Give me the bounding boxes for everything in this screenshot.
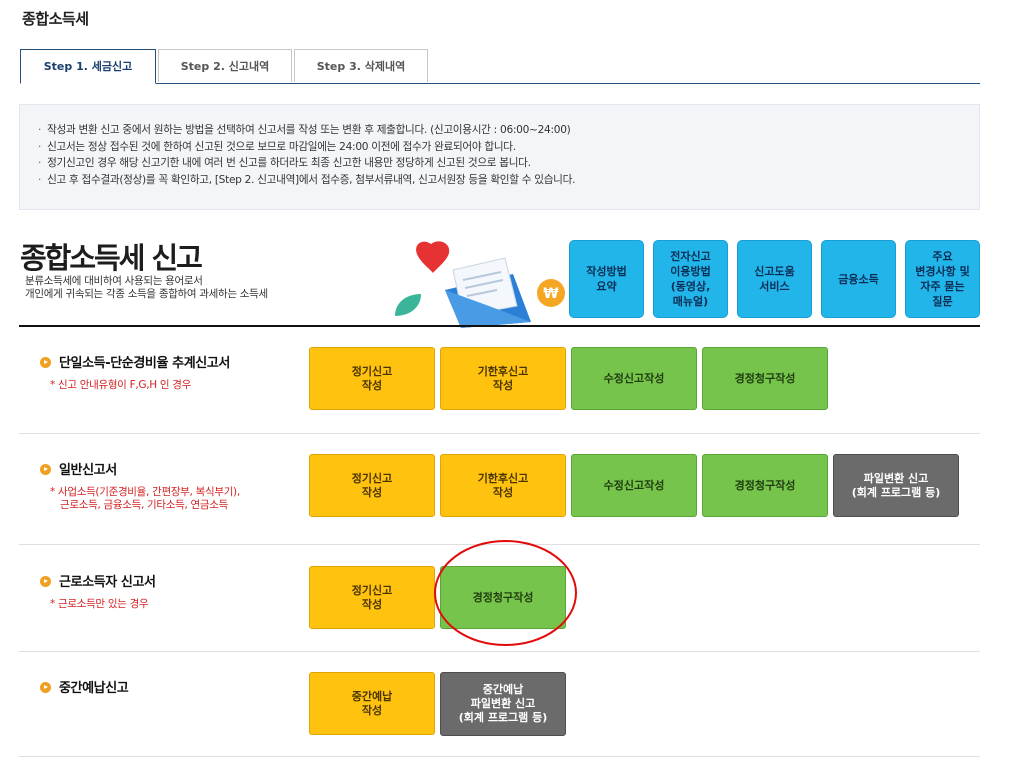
divider [19,325,980,327]
section-note: * 사업소득(기준경비율, 간편장부, 복식부기), 근로소득, 금융소득, 기… [50,486,240,512]
section-description: 분류소득세에 대비하여 사용되는 용어로서 개인에게 귀속되는 각종 소득을 종… [25,275,268,301]
svg-text:₩: ₩ [543,286,559,302]
section-title-text: 중간예납신고 [59,681,129,696]
bullet-icon [40,682,51,693]
notice-item: 정기신고인 경우 해당 신고기한 내에 여러 번 신고를 하더라도 최종 신고한… [38,155,979,172]
faq-button[interactable]: 주요 변경사항 및 자주 묻는 질문 [905,240,980,318]
late-filing-button[interactable]: 기한후신고 작성 [440,454,566,517]
envelope-icon [445,257,531,328]
correction-claim-button[interactable]: 경정청구작성 [440,566,566,629]
interim-filing-button[interactable]: 중간예납 작성 [309,672,435,735]
note-line: 근로소득, 금융소득, 기타소득, 연금소득 [60,499,228,511]
correction-claim-button[interactable]: 경정청구작성 [702,454,828,517]
regular-filing-button[interactable]: 정기신고 작성 [309,347,435,410]
tab-step3[interactable]: Step 3. 삭제내역 [294,49,428,82]
section-title-general: 일반신고서 [40,459,117,478]
divider [19,651,980,652]
leaf-icon [395,294,421,316]
section-title-interim: 중간예납신고 [40,677,129,696]
tab-step2[interactable]: Step 2. 신고내역 [158,49,292,82]
description-line: 분류소득세에 대비하여 사용되는 용어로서 [25,275,203,287]
bullet-icon [40,464,51,475]
page-title: 종합소득세 [22,10,89,28]
regular-filing-button[interactable]: 정기신고 작성 [309,454,435,517]
section-title-simple: 단일소득-단순경비율 추계신고서 [40,352,230,371]
regular-filing-button[interactable]: 정기신고 작성 [309,566,435,629]
section-note: * 근로소득만 있는 경우 [50,598,149,610]
heart-icon [416,241,450,273]
divider [19,544,980,545]
e-filing-guide-button[interactable]: 전자신고 이용방법 (동영상, 매뉴얼) [653,240,728,318]
hero-illustration: ₩ [395,241,565,328]
section-note: * 신고 안내유형이 F,G,H 인 경우 [50,379,191,391]
amended-filing-button[interactable]: 수정신고작성 [571,347,697,410]
step-tabs: Step 1. 세금신고 Step 2. 신고내역 Step 3. 삭제내역 [20,49,980,84]
section-title-text: 근로소득자 신고서 [59,575,156,590]
section-title-text: 일반신고서 [59,463,117,478]
bullet-icon [40,357,51,368]
tab-step1[interactable]: Step 1. 세금신고 [20,49,156,84]
description-line: 개인에게 귀속되는 각종 소득을 종합하여 과세하는 소득세 [25,288,268,300]
late-filing-button[interactable]: 기한후신고 작성 [440,347,566,410]
file-conversion-button[interactable]: 파일변환 신고 (회계 프로그램 등) [833,454,959,517]
guide-summary-button[interactable]: 작성방법 요약 [569,240,644,318]
section-heading: 종합소득세 신고 [20,241,203,275]
notice-box: 작성과 변환 신고 중에서 원하는 방법을 선택하여 신고서를 작성 또는 변환… [19,104,980,210]
divider [19,756,980,757]
section-title-labor: 근로소득자 신고서 [40,571,156,590]
won-coin-icon: ₩ [537,279,565,307]
note-line: * 사업소득(기준경비율, 간편장부, 복식부기), [50,486,240,498]
filing-help-button[interactable]: 신고도움 서비스 [737,240,812,318]
notice-item: 신고서는 정상 접수된 것에 한하여 신고된 것으로 보므로 마감일에는 24:… [38,139,979,156]
notice-item: 작성과 변환 신고 중에서 원하는 방법을 선택하여 신고서를 작성 또는 변환… [38,122,979,139]
notice-item: 신고 후 접수결과(정상)를 꼭 확인하고, [Step 2. 신고내역]에서 … [38,172,979,189]
divider [19,433,980,434]
correction-claim-button[interactable]: 경정청구작성 [702,347,828,410]
bullet-icon [40,576,51,587]
financial-income-button[interactable]: 금융소득 [821,240,896,318]
amended-filing-button[interactable]: 수정신고작성 [571,454,697,517]
interim-file-conversion-button[interactable]: 중간예납 파일변환 신고 (회계 프로그램 등) [440,672,566,736]
section-title-text: 단일소득-단순경비율 추계신고서 [59,356,230,371]
